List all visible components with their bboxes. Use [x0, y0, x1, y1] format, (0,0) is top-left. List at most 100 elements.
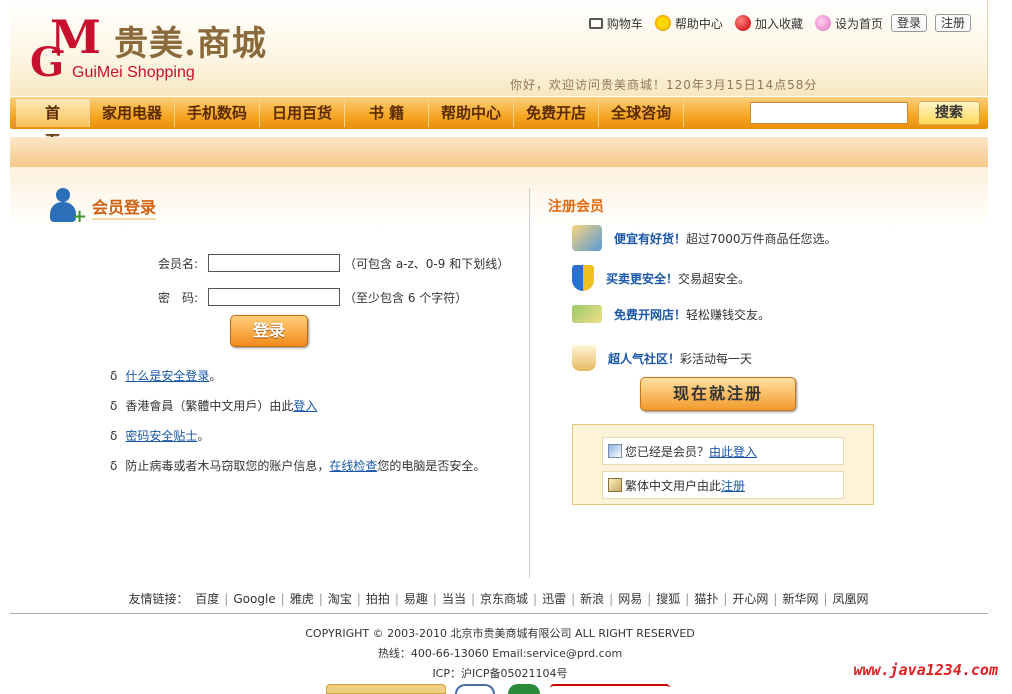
- nav-item-appliances[interactable]: 家用电器: [90, 99, 176, 127]
- friend-link[interactable]: 京东商城: [480, 592, 528, 606]
- hk-login-link[interactable]: 登入: [293, 399, 317, 413]
- friend-link[interactable]: 新华网: [782, 592, 818, 606]
- friend-link[interactable]: 迅雷: [542, 592, 566, 606]
- header: M G 贵美.商城 GuiMei Shopping 购物车 帮助中心 加入收藏 …: [10, 0, 988, 96]
- password-field[interactable]: [208, 288, 340, 306]
- logo-name: 贵美.商城: [114, 24, 267, 64]
- favorite-link[interactable]: 加入收藏: [734, 15, 803, 32]
- login-title: + 会员登录: [48, 188, 157, 226]
- link-separator: |: [356, 592, 361, 606]
- nav-item-consult[interactable]: 全球咨询: [599, 99, 685, 127]
- link-separator: |: [533, 592, 538, 606]
- username-label: 会员名:: [158, 256, 199, 271]
- member-login-text: 您已经是会员？: [625, 444, 710, 459]
- friend-link[interactable]: 当当: [442, 592, 466, 606]
- link-separator: |: [773, 592, 778, 606]
- register-box: 您已经是会员？ 由此登入 繁体中文用户由此 注册: [572, 424, 874, 505]
- logo[interactable]: M G 贵美.商城 GuiMei Shopping: [30, 14, 310, 88]
- nav-item-daily[interactable]: 日用百货: [260, 99, 346, 127]
- search-input[interactable]: [750, 102, 908, 124]
- register-benefit: 买卖更安全！交易超安全。: [572, 265, 750, 291]
- register-benefit: 免费开网店！轻松赚钱交友。: [572, 305, 770, 323]
- register-benefit: 便宜有好货！超过7000万件商品任您选。: [572, 225, 837, 251]
- friend-link[interactable]: 雅虎: [290, 592, 314, 606]
- hotline: 热线：400-66-13060 Email:service@prd.com: [377, 647, 623, 660]
- shield-icon: [572, 265, 594, 291]
- link-separator: |: [571, 592, 576, 606]
- friend-link[interactable]: 网易: [618, 592, 642, 606]
- link-separator: |: [723, 592, 728, 606]
- friend-links: 友情链接： 百度 | Google | 雅虎 | 淘宝 | 拍拍 | 易趣 | 当当 | 京东商城 | 迅雷 | 新…: [0, 590, 1000, 607]
- friend-link[interactable]: 拍拍: [366, 592, 390, 606]
- favorite-link-label: 加入收藏: [754, 16, 803, 31]
- homepage-link[interactable]: 设为首页: [814, 15, 883, 32]
- password-tips-link[interactable]: 密码安全贴士: [125, 429, 197, 443]
- friend-link[interactable]: 凤凰网: [833, 592, 869, 606]
- help-link-label: 帮助中心: [674, 16, 723, 31]
- search-button[interactable]: 搜索: [918, 101, 980, 125]
- friend-links-list: 百度 | Google | 雅虎 | 淘宝 | 拍拍 | 易趣 | 当当 | 京东商城 | 迅雷 | 新浪 | 网易 | 搜…: [192, 592, 871, 606]
- secure-login-link[interactable]: 什么是安全登录: [125, 369, 209, 383]
- tip-text: 您的电脑是否安全。: [377, 459, 486, 473]
- link-separator: |: [318, 592, 323, 606]
- main-nav: 首页 家用电器 手机数码 日用百货 书 籍 帮助中心 免费开店 全球咨询 搜索: [10, 97, 988, 150]
- friend-link[interactable]: 猫扑: [694, 592, 718, 606]
- security-badge[interactable]: [508, 684, 540, 694]
- logo-subtitle: GuiMei Shopping: [72, 64, 195, 81]
- link-separator: |: [394, 592, 399, 606]
- benefit-key: 便宜有好货！: [614, 231, 687, 246]
- friend-link[interactable]: 开心网: [732, 592, 768, 606]
- nav-item-help[interactable]: 帮助中心: [429, 99, 515, 127]
- tip-text: 。: [197, 429, 210, 443]
- trust-badge[interactable]: [455, 684, 495, 694]
- friend-link[interactable]: 新浪: [580, 592, 604, 606]
- nav-item-home[interactable]: 首页: [16, 99, 90, 150]
- password-hint: （至少包含 6 个字符）: [344, 290, 468, 305]
- benefit-key: 买卖更安全！: [606, 271, 679, 286]
- member-login-row: 您已经是会员？ 由此登入: [602, 437, 844, 465]
- tip-item: δ 什么是安全登录。: [110, 367, 221, 384]
- link-separator: |: [823, 592, 828, 606]
- username-hint: （可包含 a-z、0-9 和下划线）: [344, 256, 510, 271]
- password-row: 密 码: （至少包含 6 个字符）: [158, 288, 467, 306]
- money-icon: [572, 305, 602, 323]
- username-row: 会员名: （可包含 a-z、0-9 和下划线）: [158, 254, 509, 272]
- login-title-text: 会员登录: [92, 194, 157, 220]
- nav-item-digital[interactable]: 手机数码: [175, 99, 261, 127]
- member-login-link[interactable]: 由此登入: [709, 443, 757, 460]
- tip-bullet: δ: [110, 429, 118, 443]
- benefit-text: 交易超安全。: [678, 271, 751, 286]
- register-now-button[interactable]: 现在就注册: [640, 377, 796, 411]
- tip-item: δ 密码安全贴士。: [110, 427, 209, 444]
- nav-item-books[interactable]: 书 籍: [345, 99, 430, 127]
- login-submit-button[interactable]: 登录: [230, 315, 308, 347]
- cart-icon: [588, 17, 603, 29]
- watermark: www.java1234.com: [853, 661, 999, 679]
- friend-link[interactable]: 易趣: [404, 592, 428, 606]
- add-user-icon: +: [48, 188, 87, 226]
- traditional-register-link[interactable]: 注册: [721, 477, 745, 494]
- register-link-button[interactable]: 注册: [934, 14, 971, 32]
- online-check-link[interactable]: 在线检查: [329, 459, 377, 473]
- nav-item-open-store[interactable]: 免费开店: [514, 99, 600, 127]
- friend-link[interactable]: Google: [233, 592, 275, 606]
- tip-text: 香港會員（繁體中文用戶）由此: [125, 399, 294, 413]
- friend-link[interactable]: 搜狐: [656, 592, 680, 606]
- benefit-text: 彩活动每一天: [680, 351, 753, 366]
- content-background: [10, 167, 988, 227]
- divider: [529, 188, 530, 578]
- alipay-badge[interactable]: [326, 684, 446, 694]
- username-field[interactable]: [208, 254, 340, 272]
- benefit-key: 超人气社区！: [608, 351, 681, 366]
- benefit-text: 超过7000万件商品任您选。: [686, 231, 837, 246]
- cart-link[interactable]: 购物车: [588, 15, 643, 32]
- cart-link-label: 购物车: [606, 16, 643, 31]
- login-link-button[interactable]: 登录: [890, 14, 927, 32]
- friend-link[interactable]: 淘宝: [328, 592, 352, 606]
- ecommerce-badge[interactable]: [550, 684, 670, 694]
- friend-link[interactable]: 百度: [195, 592, 219, 606]
- help-link[interactable]: 帮助中心: [654, 15, 723, 32]
- tip-text: 。: [209, 369, 222, 383]
- logo-mark-g: G: [30, 39, 65, 86]
- hand-bag-icon: [572, 225, 602, 251]
